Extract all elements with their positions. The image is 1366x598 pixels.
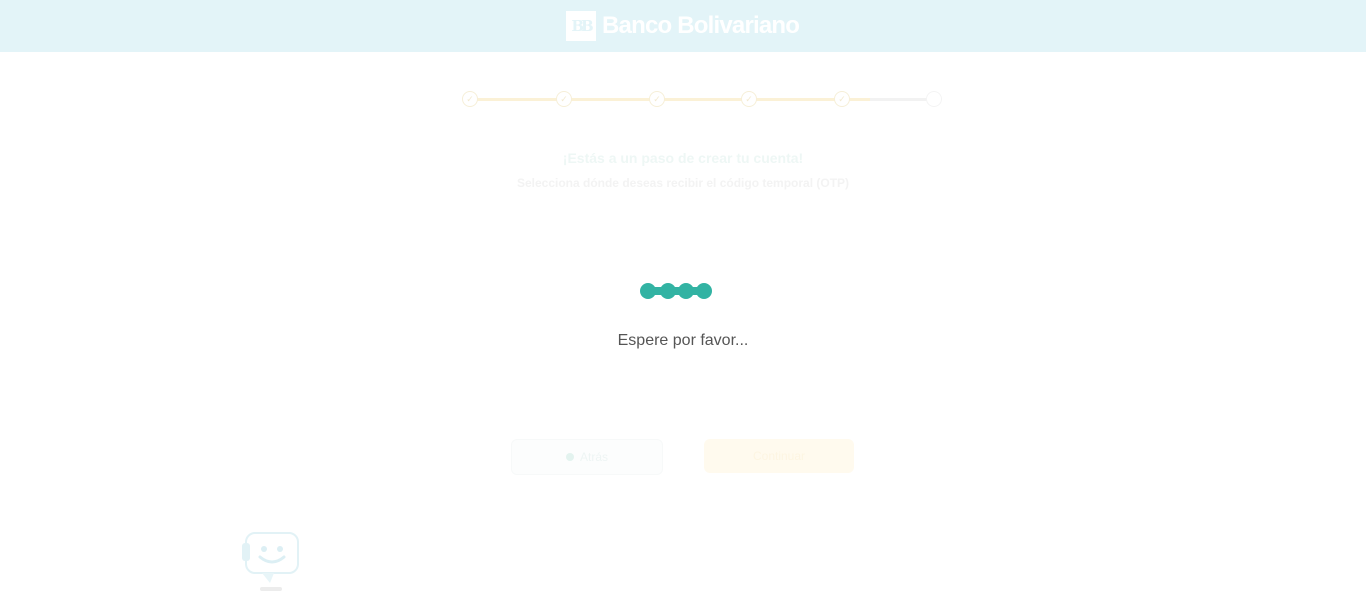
step-6-dot xyxy=(926,91,942,107)
loader-dot-2 xyxy=(660,283,676,299)
stepper-progress-line xyxy=(470,98,870,101)
chatbot-icon[interactable] xyxy=(240,531,302,593)
loader-dot-1 xyxy=(640,283,656,299)
loader-dot-4 xyxy=(696,283,712,299)
step-5-check-icon: ✓ xyxy=(834,91,850,107)
brand-logo[interactable]: BB Banco Bolivariano xyxy=(566,10,800,42)
continue-button[interactable]: Continuar xyxy=(704,439,854,473)
back-arrow-icon xyxy=(565,453,574,461)
step-2-check-icon: ✓ xyxy=(556,91,572,107)
progress-stepper: ✓ ✓ ✓ ✓ ✓ xyxy=(462,90,942,108)
bank-logo-icon: BB xyxy=(566,11,596,41)
continue-button-label: Continuar xyxy=(752,449,806,463)
back-button[interactable]: Atrás xyxy=(511,439,663,475)
top-header: BB Banco Bolivariano xyxy=(0,0,1366,52)
page-subtitle: Selecciona dónde deseas recibir el códig… xyxy=(516,176,850,190)
step-1-check-icon: ✓ xyxy=(462,91,478,107)
loader-dot-3 xyxy=(678,283,694,299)
page-title: ¡Estás a un paso de crear tu cuenta! xyxy=(562,150,804,166)
step-3-check-icon: ✓ xyxy=(649,91,665,107)
loading-spinner-icon xyxy=(640,283,714,299)
brand-name: Banco Bolivariano xyxy=(602,12,800,39)
stepper-remaining-line xyxy=(870,98,928,101)
back-button-label: Atrás xyxy=(579,450,608,464)
loading-message: Espere por favor... xyxy=(617,332,749,349)
step-4-check-icon: ✓ xyxy=(741,91,757,107)
